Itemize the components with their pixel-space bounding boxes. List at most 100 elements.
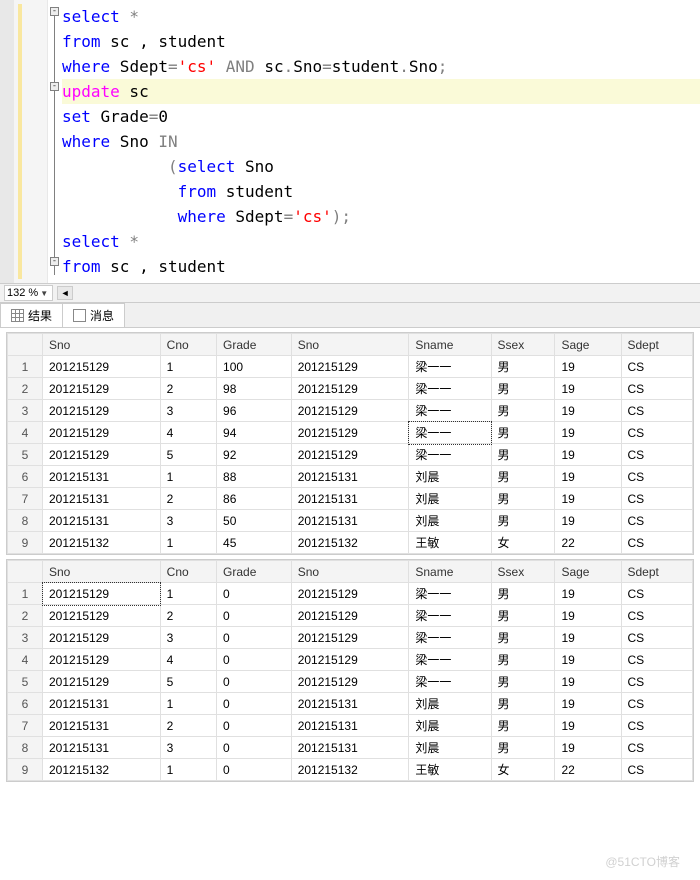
cell[interactable]: 刘晨: [409, 693, 491, 715]
cell[interactable]: 梁一一: [409, 422, 491, 444]
cell[interactable]: 0: [217, 605, 292, 627]
cell[interactable]: 男: [491, 400, 555, 422]
cell[interactable]: 2: [160, 378, 216, 400]
table-row[interactable]: 520121512950201215129梁一一男19CS: [8, 671, 693, 693]
cell[interactable]: 19: [555, 715, 621, 737]
cell[interactable]: 男: [491, 488, 555, 510]
column-header[interactable]: Sno: [291, 334, 409, 356]
cell[interactable]: 19: [555, 356, 621, 378]
fold-toggle-icon[interactable]: -: [50, 82, 59, 91]
cell[interactable]: CS: [621, 737, 693, 759]
table-row[interactable]: 6201215131188201215131刘晨男19CS: [8, 466, 693, 488]
cell[interactable]: 男: [491, 693, 555, 715]
cell[interactable]: CS: [621, 693, 693, 715]
sql-editor[interactable]: - - - select * from sc , student where S…: [0, 0, 700, 283]
cell[interactable]: 201215129: [291, 378, 409, 400]
column-header[interactable]: Cno: [160, 561, 216, 583]
cell[interactable]: 女: [491, 759, 555, 781]
cell[interactable]: 0: [217, 583, 292, 605]
table-row[interactable]: 5201215129592201215129梁一一男19CS: [8, 444, 693, 466]
cell[interactable]: 2: [160, 488, 216, 510]
column-header[interactable]: Grade: [217, 334, 292, 356]
table-row[interactable]: 3201215129396201215129梁一一男19CS: [8, 400, 693, 422]
cell[interactable]: 201215131: [43, 737, 161, 759]
cell[interactable]: 201215131: [43, 693, 161, 715]
cell[interactable]: 94: [217, 422, 292, 444]
cell[interactable]: 19: [555, 400, 621, 422]
cell[interactable]: 男: [491, 605, 555, 627]
cell[interactable]: 王敏: [409, 759, 491, 781]
column-header[interactable]: Sdept: [621, 334, 693, 356]
cell[interactable]: CS: [621, 671, 693, 693]
cell[interactable]: 刘晨: [409, 510, 491, 532]
cell[interactable]: 1: [160, 532, 216, 554]
cell[interactable]: 201215129: [43, 378, 161, 400]
code-area[interactable]: select * from sc , student where Sdept='…: [62, 0, 700, 283]
cell[interactable]: 19: [555, 510, 621, 532]
cell[interactable]: 5: [160, 671, 216, 693]
cell[interactable]: 刘晨: [409, 488, 491, 510]
column-header[interactable]: Sage: [555, 561, 621, 583]
cell[interactable]: 19: [555, 671, 621, 693]
row-number[interactable]: 1: [8, 356, 43, 378]
cell[interactable]: 201215129: [291, 422, 409, 444]
cell[interactable]: 201215129: [291, 400, 409, 422]
cell[interactable]: 19: [555, 627, 621, 649]
cell[interactable]: 梁一一: [409, 605, 491, 627]
cell[interactable]: 96: [217, 400, 292, 422]
cell[interactable]: 201215131: [291, 693, 409, 715]
cell[interactable]: 201215129: [43, 444, 161, 466]
cell[interactable]: CS: [621, 444, 693, 466]
cell[interactable]: 201215131: [291, 466, 409, 488]
cell[interactable]: 男: [491, 627, 555, 649]
row-number[interactable]: 1: [8, 583, 43, 605]
cell[interactable]: 201215131: [43, 466, 161, 488]
cell[interactable]: 男: [491, 444, 555, 466]
cell[interactable]: 19: [555, 466, 621, 488]
cell[interactable]: 19: [555, 583, 621, 605]
cell[interactable]: 2: [160, 605, 216, 627]
cell[interactable]: 0: [217, 693, 292, 715]
cell[interactable]: 201215129: [291, 356, 409, 378]
cell[interactable]: 100: [217, 356, 292, 378]
cell[interactable]: 201215131: [291, 510, 409, 532]
column-header[interactable]: Sno: [43, 561, 161, 583]
cell[interactable]: CS: [621, 605, 693, 627]
row-number[interactable]: 9: [8, 532, 43, 554]
cell[interactable]: 201215131: [43, 715, 161, 737]
row-number[interactable]: 2: [8, 378, 43, 400]
cell[interactable]: 201215129: [43, 422, 161, 444]
cell[interactable]: 男: [491, 671, 555, 693]
cell[interactable]: 201215129: [43, 400, 161, 422]
cell[interactable]: 3: [160, 627, 216, 649]
cell[interactable]: CS: [621, 627, 693, 649]
column-header[interactable]: Sno: [43, 334, 161, 356]
row-number[interactable]: 5: [8, 671, 43, 693]
cell[interactable]: 刘晨: [409, 737, 491, 759]
cell[interactable]: 201215129: [291, 671, 409, 693]
table-row[interactable]: 4201215129494201215129梁一一男19CS: [8, 422, 693, 444]
cell[interactable]: 男: [491, 715, 555, 737]
cell[interactable]: CS: [621, 488, 693, 510]
cell[interactable]: 0: [217, 627, 292, 649]
cell[interactable]: 201215131: [291, 737, 409, 759]
cell[interactable]: 梁一一: [409, 583, 491, 605]
cell[interactable]: 1: [160, 356, 216, 378]
cell[interactable]: 男: [491, 422, 555, 444]
cell[interactable]: 4: [160, 422, 216, 444]
cell[interactable]: 201215132: [291, 759, 409, 781]
zoom-combo[interactable]: 132 % ▼: [4, 285, 53, 301]
cell[interactable]: 201215131: [43, 510, 161, 532]
cell[interactable]: 201215129: [291, 649, 409, 671]
cell[interactable]: 19: [555, 444, 621, 466]
cell[interactable]: 19: [555, 649, 621, 671]
fold-toggle-icon[interactable]: -: [50, 7, 59, 16]
cell[interactable]: 92: [217, 444, 292, 466]
column-header[interactable]: Sage: [555, 334, 621, 356]
cell[interactable]: 22: [555, 532, 621, 554]
row-number[interactable]: 7: [8, 488, 43, 510]
cell[interactable]: 女: [491, 532, 555, 554]
column-header[interactable]: Cno: [160, 334, 216, 356]
row-number[interactable]: 9: [8, 759, 43, 781]
row-number[interactable]: 6: [8, 466, 43, 488]
